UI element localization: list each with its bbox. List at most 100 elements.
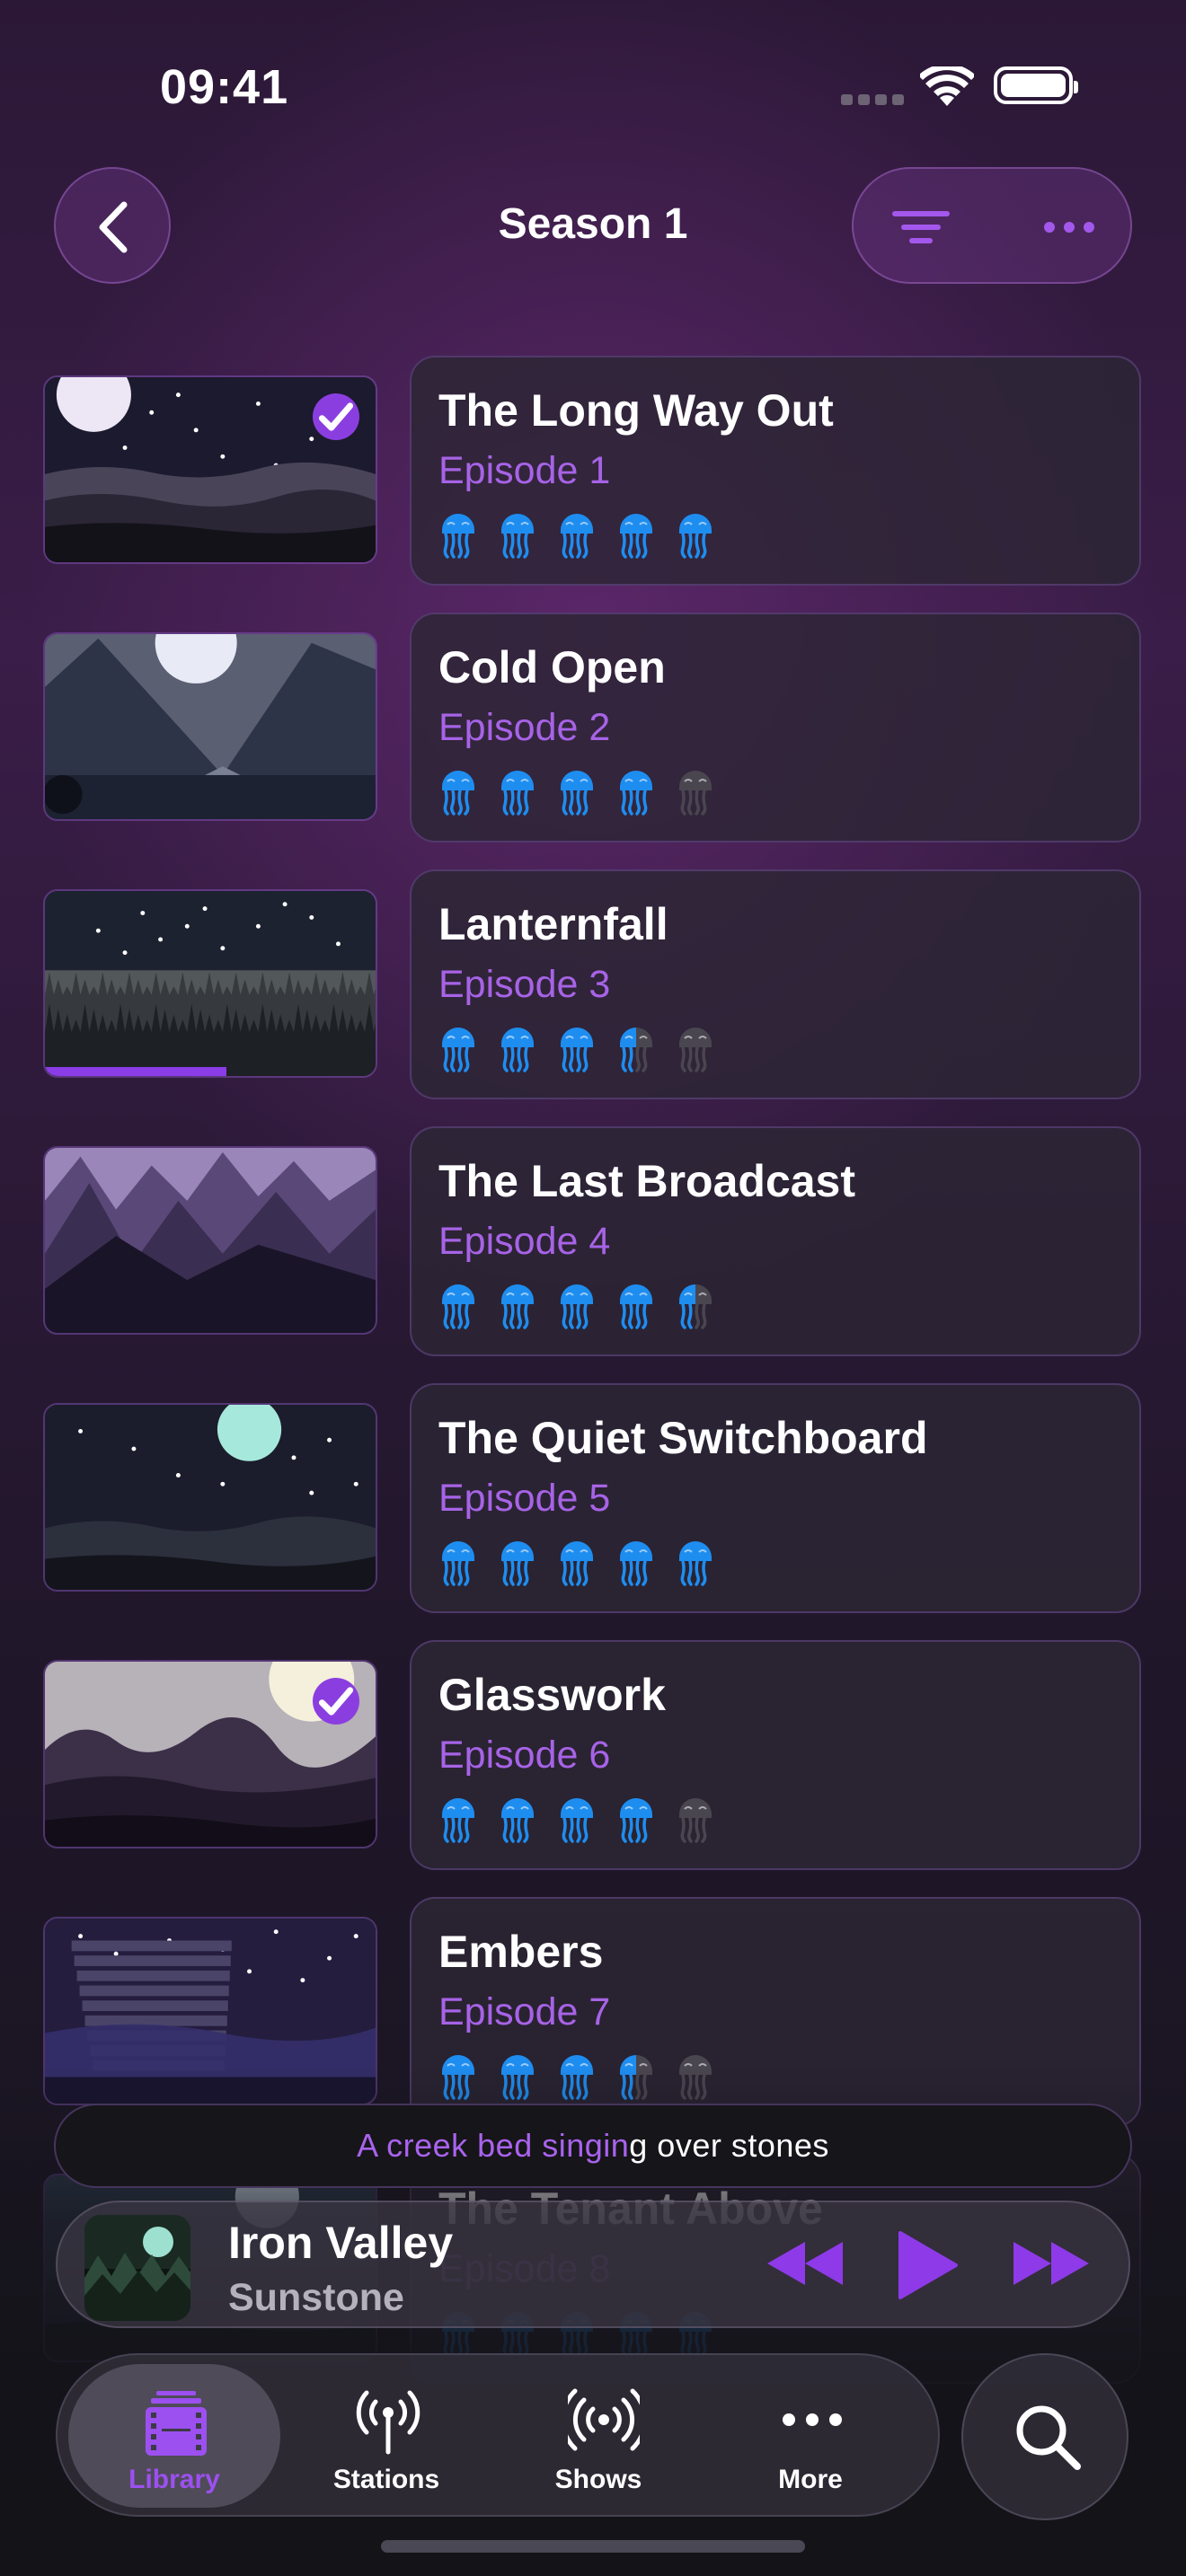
episode-row[interactable]: Glasswork Episode 6: [0, 1640, 1186, 1870]
episode-thumbnail[interactable]: [43, 1146, 377, 1335]
rating-jellyfish-icon: [438, 1536, 478, 1590]
rating-jellyfish-icon: [557, 1536, 597, 1590]
episode-title: Glasswork: [438, 1670, 666, 1720]
episode-title: Cold Open: [438, 642, 666, 693]
episode-thumbnail[interactable]: [43, 375, 377, 564]
lyrics-bar[interactable]: A creek bed singing over stones: [54, 2104, 1132, 2188]
filter-icon: [892, 211, 950, 243]
tab-library[interactable]: Library: [68, 2364, 280, 2508]
rating-jellyfish-icon: [498, 1536, 537, 1590]
tab-shows[interactable]: Shows: [492, 2364, 704, 2508]
episode-card[interactable]: Glasswork Episode 6: [410, 1640, 1141, 1870]
episode-number: Episode 1: [438, 449, 611, 492]
episode-number: Episode 6: [438, 1734, 611, 1777]
watch-progress-bar: [45, 1067, 227, 1076]
film-library-icon: [146, 2391, 207, 2456]
episode-card[interactable]: The Long Way Out Episode 1: [410, 356, 1141, 586]
rating-jellyfish-icon: [498, 1279, 537, 1333]
more-options-button[interactable]: [1033, 196, 1105, 259]
antenna-icon: [356, 2390, 420, 2455]
tab-library-label: Library: [128, 2465, 220, 2494]
watched-check-icon: [313, 1678, 359, 1725]
episode-row[interactable]: Lanternfall Episode 3: [0, 869, 1186, 1099]
play-button[interactable]: [895, 2229, 960, 2306]
episode-card[interactable]: Cold Open Episode 2: [410, 613, 1141, 842]
rating-jellyfish-icon: [676, 1536, 715, 1590]
episode-number: Episode 4: [438, 1220, 611, 1263]
tab-shows-label: Shows: [554, 2465, 642, 2494]
episode-rating: [438, 1793, 715, 1847]
rating-jellyfish-icon: [438, 508, 478, 562]
rating-jellyfish-icon: [557, 1022, 597, 1076]
rating-jellyfish-icon: [676, 1793, 715, 1847]
watched-check-icon: [313, 393, 359, 440]
rating-jellyfish-icon: [557, 765, 597, 819]
episode-number: Episode 7: [438, 1990, 611, 2033]
episode-row[interactable]: The Last Broadcast Episode 4: [0, 1126, 1186, 1356]
episode-card[interactable]: The Last Broadcast Episode 4: [410, 1126, 1141, 1356]
rating-jellyfish-icon: [616, 1793, 656, 1847]
ellipsis-icon: [783, 2413, 842, 2426]
rating-jellyfish-icon: [438, 765, 478, 819]
episode-rating: [438, 1279, 715, 1333]
rating-jellyfish-icon: [438, 1793, 478, 1847]
rating-jellyfish-icon: [676, 1022, 715, 1076]
now-playing-bar[interactable]: Iron Valley Sunstone: [56, 2201, 1130, 2328]
rating-jellyfish-icon: [616, 1536, 656, 1590]
episode-title: Lanternfall: [438, 899, 668, 949]
episode-card[interactable]: Lanternfall Episode 3: [410, 869, 1141, 1099]
episode-thumbnail[interactable]: [43, 889, 377, 1078]
album-artwork: [84, 2215, 190, 2321]
episode-number: Episode 2: [438, 706, 611, 749]
filter-button[interactable]: [890, 196, 952, 259]
wifi-icon: [920, 66, 974, 106]
episode-row[interactable]: Cold Open Episode 2: [0, 613, 1186, 842]
tab-stations[interactable]: Stations: [280, 2364, 492, 2508]
rating-jellyfish-icon: [676, 1279, 715, 1333]
nav-actions-pill: [852, 167, 1132, 284]
episode-title: Embers: [438, 1927, 604, 1977]
status-time: 09:41: [160, 60, 289, 114]
search-button[interactable]: [961, 2353, 1128, 2520]
search-icon: [1016, 2405, 1081, 2470]
rating-jellyfish-icon: [616, 508, 656, 562]
episode-thumbnail[interactable]: [43, 632, 377, 821]
broadcast-icon: [568, 2388, 640, 2451]
rewind-icon: [767, 2242, 843, 2285]
episode-title: The Long Way Out: [438, 385, 834, 436]
episode-number: Episode 3: [438, 963, 611, 1006]
episode-title: The Last Broadcast: [438, 1156, 856, 1206]
episode-rating: [438, 508, 715, 562]
rating-jellyfish-icon: [438, 1022, 478, 1076]
fast-forward-button[interactable]: [1010, 2236, 1093, 2295]
tab-more[interactable]: More: [704, 2364, 916, 2508]
now-playing-artist: Sunstone: [228, 2276, 404, 2319]
now-playing-title: Iron Valley: [228, 2218, 454, 2268]
tab-bar: Library Stations Shows More: [56, 2353, 940, 2517]
rating-jellyfish-icon: [676, 508, 715, 562]
episode-row[interactable]: The Quiet Switchboard Episode 5: [0, 1383, 1186, 1613]
episode-row[interactable]: The Long Way Out Episode 1: [0, 356, 1186, 586]
fast-forward-icon: [1013, 2242, 1089, 2285]
rewind-button[interactable]: [764, 2236, 846, 2295]
episode-number: Episode 5: [438, 1477, 611, 1520]
episode-thumbnail[interactable]: [43, 1403, 377, 1592]
ellipsis-icon: [1044, 222, 1094, 233]
episode-rating: [438, 1536, 715, 1590]
tab-stations-label: Stations: [332, 2465, 440, 2494]
lyrics-sung-text: A creek bed singin: [357, 2127, 630, 2164]
episode-thumbnail[interactable]: [43, 1660, 377, 1848]
rating-jellyfish-icon: [438, 1279, 478, 1333]
rating-jellyfish-icon: [498, 508, 537, 562]
episode-rating: [438, 1022, 715, 1076]
rating-jellyfish-icon: [616, 765, 656, 819]
play-icon: [898, 2231, 958, 2299]
rating-jellyfish-icon: [557, 508, 597, 562]
rating-jellyfish-icon: [498, 765, 537, 819]
rating-jellyfish-icon: [557, 1793, 597, 1847]
cellular-signal-icon: [841, 94, 904, 105]
episode-card[interactable]: The Quiet Switchboard Episode 5: [410, 1383, 1141, 1613]
episode-rating: [438, 765, 715, 819]
rating-jellyfish-icon: [616, 1022, 656, 1076]
rating-jellyfish-icon: [498, 1793, 537, 1847]
